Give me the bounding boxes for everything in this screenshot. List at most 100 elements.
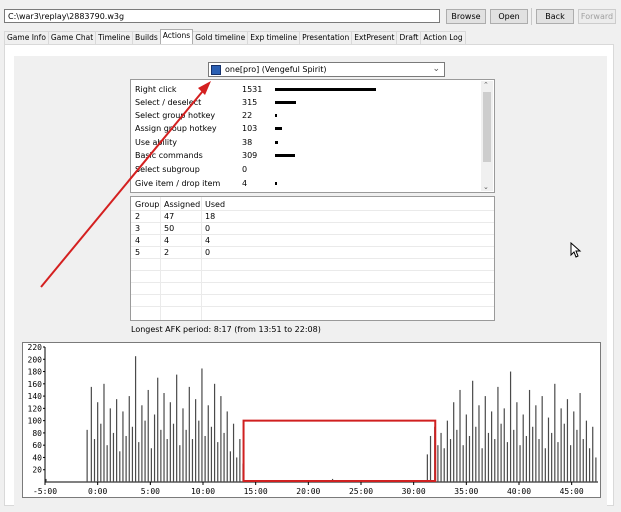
chart-bar xyxy=(506,442,509,482)
chart-bar xyxy=(232,423,235,482)
scroll-thumb[interactable] xyxy=(483,92,491,162)
x-tick-label: 45:00 xyxy=(560,487,584,496)
scroll-down-icon[interactable]: ⌄ xyxy=(483,183,489,191)
chart-bar xyxy=(551,432,553,482)
row-divider xyxy=(131,306,494,307)
chart-bar xyxy=(131,426,134,482)
action-count: 38 xyxy=(242,138,253,147)
actions-scrollbar[interactable]: ⌃ ⌄ xyxy=(481,81,493,191)
chart-bar xyxy=(160,429,162,482)
action-name: Use ability xyxy=(135,138,178,147)
player-select[interactable]: one[pro] (Vengeful Spirit) ⌄ xyxy=(208,62,445,77)
chart-bar xyxy=(236,457,238,482)
chart-bar xyxy=(509,371,512,482)
tab-presentation[interactable]: Presentation xyxy=(299,31,353,44)
player-select-value: one[pro] (Vengeful Spirit) xyxy=(225,65,327,74)
tab-exp-timeline[interactable]: Exp timeline xyxy=(247,31,301,44)
chart-bar xyxy=(570,445,572,482)
replay-path-input[interactable] xyxy=(4,9,440,23)
chart-bar xyxy=(579,393,581,482)
chart-bar xyxy=(93,439,96,482)
chart-bar xyxy=(226,411,228,482)
afk-period-label: Longest AFK period: 8:17 (from 13:51 to … xyxy=(131,325,321,334)
action-bar xyxy=(275,127,282,130)
tab-gold-timeline[interactable]: Gold timeline xyxy=(192,31,249,44)
tab-builds[interactable]: Builds xyxy=(132,31,161,44)
tab-extpresent[interactable]: ExtPresent xyxy=(351,31,398,44)
chart-bar xyxy=(446,420,448,482)
action-bar xyxy=(275,154,295,157)
chart-bar xyxy=(201,368,203,482)
chart-bar xyxy=(45,478,47,482)
chart-bar xyxy=(195,399,197,482)
tab-actions[interactable]: Actions xyxy=(159,29,194,44)
chart-bar xyxy=(576,429,578,482)
action-count: 309 xyxy=(242,151,258,160)
apm-chart-svg: 20 40 60 80 100 120 140 160 180 200 220 -5:00 0:00 5:… xyxy=(28,343,598,496)
row-divider xyxy=(131,270,494,271)
x-tick-label: 0:00 xyxy=(88,487,107,496)
action-count: 4 xyxy=(242,179,248,188)
chart-bar xyxy=(100,423,102,482)
action-name: Select subgroup xyxy=(135,165,200,174)
tab-timeline[interactable]: Timeline xyxy=(95,31,134,44)
y-tick-label: 60 xyxy=(32,441,42,450)
chart-bar xyxy=(239,439,241,482)
action-count: 1531 xyxy=(242,85,263,94)
table-cell: 3 xyxy=(135,224,141,233)
chart-bar xyxy=(472,380,474,482)
row-divider xyxy=(131,234,494,235)
tab-game-info[interactable]: Game Info xyxy=(4,31,49,44)
chart-bar xyxy=(440,432,442,482)
column-header: Group xyxy=(135,200,160,209)
chart-bar xyxy=(147,389,149,482)
list-item: Give item / drop item 4 xyxy=(135,177,475,190)
y-tick-label: 180 xyxy=(28,368,43,377)
chart-bar xyxy=(90,386,92,482)
action-name: Select / deselect xyxy=(135,98,202,107)
chart-bar xyxy=(538,439,540,482)
y-tick-label: 20 xyxy=(32,466,42,475)
x-tick-label: 30:00 xyxy=(402,487,426,496)
x-tick-label: -5:00 xyxy=(33,487,57,496)
table-cell: 47 xyxy=(164,212,175,221)
tab-action-log[interactable]: Action Log xyxy=(420,31,466,44)
chart-bar xyxy=(595,457,597,482)
actions-list[interactable]: Right click 1531 Select / deselect 315 S… xyxy=(130,79,495,193)
table-cell: 2 xyxy=(164,248,170,257)
chart-bar xyxy=(103,383,105,482)
list-item: Basic commands 309 xyxy=(135,149,475,162)
chart-bar xyxy=(217,442,219,482)
open-button[interactable]: Open xyxy=(490,9,528,24)
table-cell: 18 xyxy=(205,212,216,221)
row-divider xyxy=(131,222,494,223)
chart-bar xyxy=(429,435,432,482)
row-divider xyxy=(131,282,494,283)
chevron-down-icon[interactable]: ⌄ xyxy=(432,63,440,76)
y-tick-label: 80 xyxy=(32,429,42,438)
chart-bar xyxy=(519,445,521,482)
chart-bar xyxy=(229,451,231,482)
tab-draft[interactable]: Draft xyxy=(396,31,422,44)
chart-bar xyxy=(169,402,171,482)
y-tick-label: 220 xyxy=(28,343,43,352)
action-bar xyxy=(275,101,296,104)
browse-button[interactable]: Browse xyxy=(446,9,486,24)
toolbar-separator xyxy=(531,8,532,25)
y-tick-label: 200 xyxy=(28,355,43,364)
chart-bar xyxy=(198,420,200,482)
chart-bar xyxy=(491,411,493,482)
forward-button[interactable]: Forward xyxy=(578,9,616,24)
chart-bar xyxy=(223,432,225,482)
table-cell: 5 xyxy=(135,248,141,257)
scroll-up-icon[interactable]: ⌃ xyxy=(483,81,489,89)
back-button[interactable]: Back xyxy=(536,9,574,24)
tab-game-chat[interactable]: Game Chat xyxy=(47,31,97,44)
chart-bar xyxy=(182,408,184,482)
y-tick-label: 120 xyxy=(28,404,43,413)
x-tick-label: 10:00 xyxy=(191,487,215,496)
table-cell: 4 xyxy=(135,236,141,245)
chart-bar xyxy=(119,451,121,482)
chart-bar xyxy=(449,439,452,482)
x-tick-label: 15:00 xyxy=(244,487,268,496)
